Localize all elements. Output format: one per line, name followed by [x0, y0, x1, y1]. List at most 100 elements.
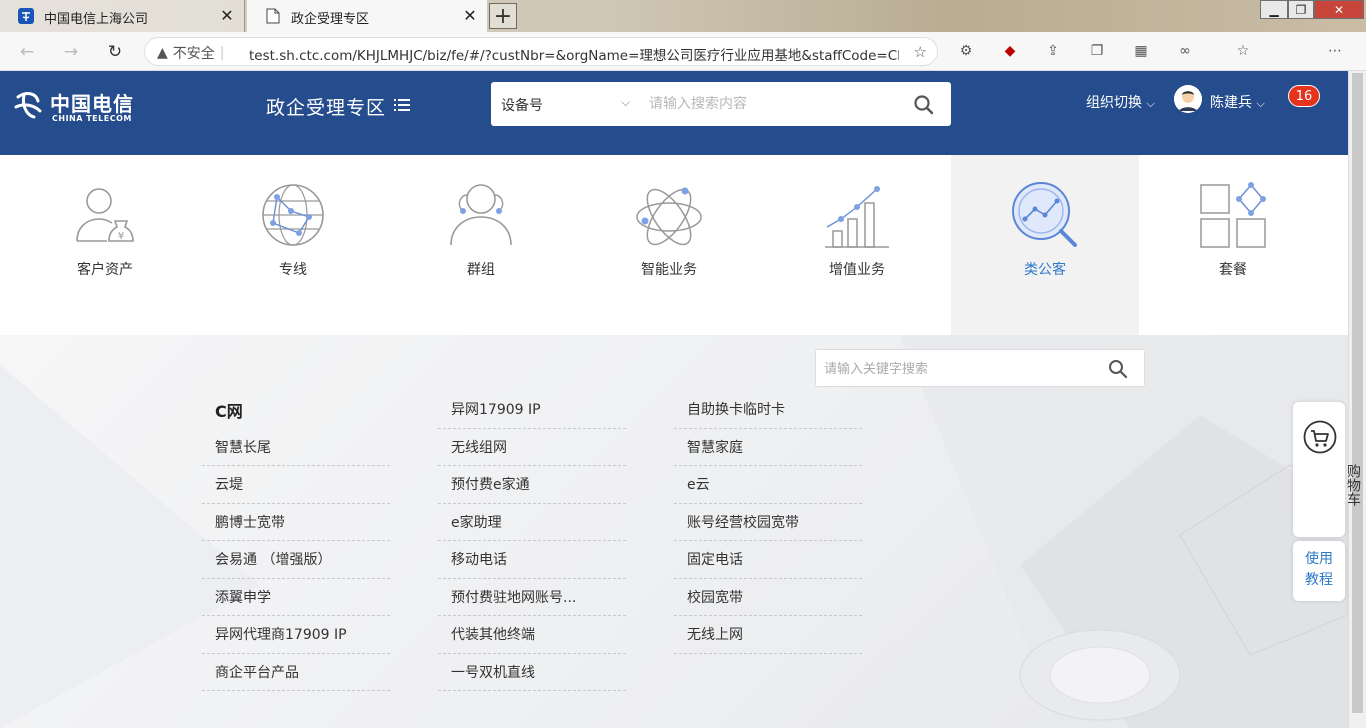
- forward-icon[interactable]: →: [60, 41, 82, 63]
- tab-portal[interactable]: 政企受理专区 ✕: [247, 0, 487, 32]
- maximize-icon[interactable]: ❐: [1288, 0, 1314, 19]
- infinity-icon[interactable]: ∞: [1175, 41, 1195, 61]
- ublock-icon[interactable]: ◆: [1000, 41, 1020, 61]
- category-label: 套餐: [1219, 262, 1247, 278]
- search-icon[interactable]: [1108, 359, 1128, 379]
- browser-tab-bar: 中国电信上海公司 ✕ 政企受理专区 ✕ + ▁ ❐ ✕: [0, 0, 1366, 32]
- group-icon: [450, 184, 512, 246]
- product-group-title: C网: [215, 401, 243, 421]
- category-label: 专线: [279, 262, 307, 278]
- window-controls: ▁ ❐ ✕: [1260, 0, 1366, 20]
- chevron-down-icon: ⌵: [1256, 97, 1265, 110]
- tab-china-telecom[interactable]: 中国电信上海公司 ✕: [0, 0, 245, 32]
- security-label: 不安全: [172, 46, 215, 62]
- keyword-search-input[interactable]: [824, 359, 1094, 379]
- svg-text:¥: ¥: [118, 231, 124, 242]
- scrollbar-thumb[interactable]: [1352, 73, 1363, 713]
- minimize-icon[interactable]: ▁: [1260, 0, 1288, 19]
- product-panel: C网 智慧长尾 云堤 鹏博士宽带 会易通 （增强版） 添翼申学 异网代理商179…: [0, 335, 1348, 728]
- more-icon[interactable]: ⋯: [1325, 41, 1345, 61]
- product-item[interactable]: 异网17909 IP: [438, 391, 626, 429]
- org-switch-label: 组织切换: [1086, 95, 1142, 111]
- product-item[interactable]: 商企平台产品: [202, 654, 390, 691]
- product-column-1: C网 智慧长尾 云堤 鹏博士宽带 会易通 （增强版） 添翼申学 异网代理商179…: [202, 391, 390, 691]
- new-tab-button[interactable]: +: [489, 3, 517, 29]
- collections-icon[interactable]: ▦: [1131, 41, 1151, 61]
- menu-icon[interactable]: [394, 97, 410, 111]
- product-item[interactable]: 智慧家庭: [674, 429, 862, 466]
- product-item[interactable]: 代装其他终端: [438, 616, 626, 654]
- product-item[interactable]: 智慧长尾: [202, 429, 390, 466]
- upload-icon[interactable]: ⇪: [1043, 41, 1063, 61]
- close-window-icon[interactable]: ✕: [1314, 0, 1364, 19]
- category-label: 智能业务: [641, 262, 697, 278]
- product-column-2: 异网17909 IP 无线组网 预付费e家通 e家助理 移动电话 预付费驻地网账…: [438, 391, 626, 691]
- category-label: 增值业务: [829, 262, 885, 278]
- product-item[interactable]: 鹏博士宽带: [202, 504, 390, 541]
- product-item[interactable]: 账号经营校园宽带: [674, 504, 862, 541]
- search-type-select[interactable]: 设备号: [501, 95, 543, 115]
- product-item[interactable]: 自助换卡临时卡: [674, 391, 862, 429]
- copy-icon[interactable]: ❐: [1087, 41, 1107, 61]
- cart-icon: [1303, 420, 1337, 454]
- refresh-icon[interactable]: ↻: [104, 41, 126, 63]
- product-column-3: 自助换卡临时卡 智慧家庭 e云 账号经营校园宽带 固定电话 校园宽带 无线上网: [674, 391, 862, 654]
- cart-button[interactable]: 购物车: [1293, 402, 1361, 537]
- tutorial-button[interactable]: 使用教程: [1293, 541, 1345, 601]
- favorite-add-icon[interactable]: ☆: [914, 43, 927, 61]
- chevron-down-icon: ⌵: [1146, 97, 1155, 110]
- product-item[interactable]: 无线组网: [438, 429, 626, 466]
- global-search: 设备号 ⌵: [491, 82, 951, 126]
- cart-label: 购物车: [1345, 464, 1361, 506]
- product-item[interactable]: 云堤: [202, 466, 390, 504]
- search-analysis-icon: [1012, 182, 1077, 247]
- org-switch-dropdown[interactable]: 组织切换 ⌵: [1086, 92, 1155, 112]
- security-indicator[interactable]: ▲ 不安全 |: [157, 43, 225, 63]
- tab-label: 政企受理专区: [291, 12, 370, 27]
- url-text[interactable]: test.sh.ctc.com/KHJLMHJC/biz/fe/#/?custN…: [249, 44, 899, 64]
- warning-icon: ▲: [157, 45, 168, 61]
- product-item[interactable]: 一号双机直线: [438, 654, 626, 691]
- notification-badge[interactable]: 16: [1288, 85, 1320, 107]
- extension-icon[interactable]: ⚙: [956, 41, 976, 61]
- china-telecom-favicon-icon: [18, 8, 34, 24]
- logo-text-cn: 中国电信: [50, 92, 134, 116]
- product-item[interactable]: e云: [674, 466, 862, 504]
- portal-title: 政企受理专区: [266, 97, 387, 119]
- category-package[interactable]: 套餐: [1139, 155, 1327, 335]
- category-value-added[interactable]: 增值业务: [763, 155, 951, 335]
- category-smart-service[interactable]: 智能业务: [575, 155, 763, 335]
- product-item[interactable]: 无线上网: [674, 616, 862, 654]
- category-label: 客户资产: [77, 262, 133, 278]
- category-search-analysis[interactable]: 类公客: [951, 155, 1139, 335]
- dedicated-line-icon: [262, 184, 324, 246]
- tab-label: 中国电信上海公司: [44, 12, 149, 27]
- close-tab-icon[interactable]: ✕: [461, 6, 479, 25]
- product-item[interactable]: 固定电话: [674, 541, 862, 579]
- category-dedicated-line[interactable]: 专线: [199, 155, 387, 335]
- product-item[interactable]: 移动电话: [438, 541, 626, 579]
- category-label: 群组: [467, 262, 495, 278]
- smart-service-icon: [636, 187, 702, 246]
- user-menu[interactable]: 陈建兵 ⌵: [1210, 92, 1265, 112]
- category-customer-asset[interactable]: ¥ 客户资产: [11, 155, 199, 335]
- close-tab-icon[interactable]: ✕: [218, 6, 236, 25]
- avatar[interactable]: [1174, 85, 1202, 113]
- category-group[interactable]: 群组: [387, 155, 575, 335]
- search-icon[interactable]: [913, 94, 935, 116]
- favorites-icon[interactable]: ☆: [1233, 41, 1253, 61]
- user-name: 陈建兵: [1210, 95, 1252, 111]
- url-field[interactable]: ▲ 不安全 | test.sh.ctc.com/KHJLMHJC/biz/fe/…: [144, 37, 938, 66]
- category-label: 类公客: [1024, 262, 1066, 278]
- search-input[interactable]: [649, 93, 899, 115]
- product-item[interactable]: 异网代理商17909 IP: [202, 616, 390, 654]
- product-item[interactable]: 预付费e家通: [438, 466, 626, 504]
- product-item[interactable]: 校园宽带: [674, 579, 862, 616]
- page-scrollbar[interactable]: [1348, 71, 1366, 728]
- product-item[interactable]: 预付费驻地网账号...: [438, 579, 626, 616]
- back-icon[interactable]: ←: [16, 41, 38, 63]
- product-item[interactable]: 添翼申学: [202, 579, 390, 616]
- product-item[interactable]: 会易通 （增强版）: [202, 541, 390, 579]
- chevron-down-icon[interactable]: ⌵: [621, 95, 630, 110]
- product-item[interactable]: e家助理: [438, 504, 626, 541]
